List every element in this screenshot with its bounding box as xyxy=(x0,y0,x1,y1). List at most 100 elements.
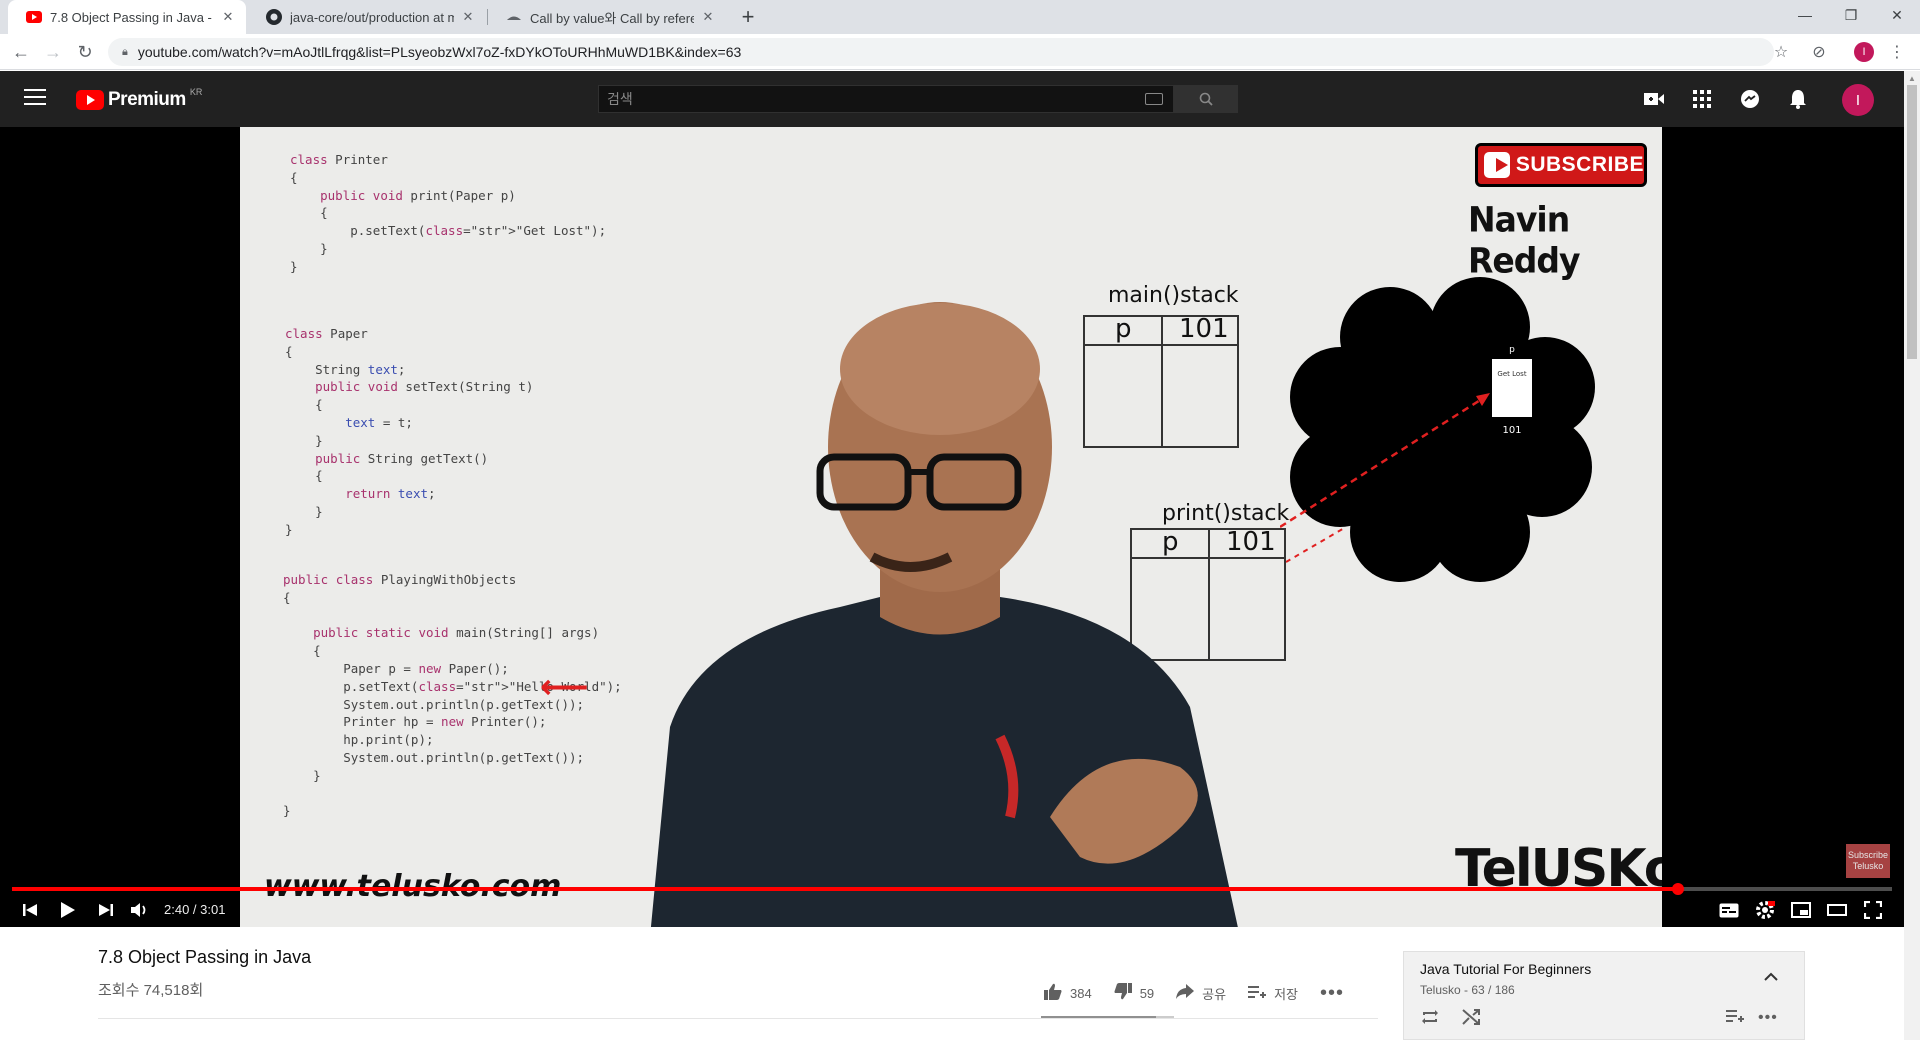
tab-title: 7.8 Object Passing in Java - You xyxy=(50,9,214,25)
notifications-bell-icon[interactable] xyxy=(1786,87,1810,111)
close-window-icon[interactable]: ✕ xyxy=(1874,0,1920,30)
reload-icon[interactable]: ↻ xyxy=(72,39,98,65)
address-url: youtube.com/watch?v=mAoJtlLfrqg&list=PLs… xyxy=(137,44,742,60)
heap-object-address: 101 xyxy=(1502,425,1521,436)
thumbs-down-icon xyxy=(1114,982,1132,1005)
heap-object-text: Get Lost xyxy=(1497,370,1526,378)
search-button[interactable] xyxy=(1174,85,1238,113)
search-input[interactable]: 검색 xyxy=(598,85,1174,113)
presenter-figure xyxy=(650,302,1238,927)
share-label: 공유 xyxy=(1202,987,1227,1002)
more-dots-icon[interactable]: ••• xyxy=(1758,1009,1778,1027)
youtube-masthead: Premium KR 검색 I xyxy=(0,71,1904,127)
subscribe-graphic: SUBSCRIBE xyxy=(1475,143,1647,187)
new-tab-button[interactable]: + xyxy=(735,4,761,30)
progress-bar[interactable] xyxy=(12,883,1892,895)
like-button[interactable]: 384 xyxy=(1044,983,1092,1005)
subscribe-watermark[interactable]: Subscribe Telusko xyxy=(1846,844,1890,878)
chevron-up-icon[interactable] xyxy=(1764,968,1778,984)
page-scrollbar[interactable]: ▲ xyxy=(1904,71,1920,1040)
restore-icon[interactable]: ❐ xyxy=(1828,0,1874,30)
playlist-add-icon[interactable] xyxy=(1726,1009,1744,1028)
search-icon xyxy=(1199,92,1213,106)
heap-object-label: p xyxy=(1509,345,1515,355)
tab-strip: 7.8 Object Passing in Java - You ✕ java-… xyxy=(0,0,1920,34)
browser-menu-icon[interactable]: ⋮ xyxy=(1884,39,1910,65)
scrollbar-thumb[interactable] xyxy=(1907,85,1917,359)
forward-arrow-icon[interactable]: → xyxy=(40,39,66,65)
tab-youtube[interactable]: 7.8 Object Passing in Java - You ✕ xyxy=(8,0,246,34)
close-tab-icon[interactable]: ✕ xyxy=(460,9,476,25)
settings-gear-icon[interactable] xyxy=(1752,897,1778,923)
youtube-favicon-icon xyxy=(26,9,42,25)
account-avatar[interactable]: I xyxy=(1842,84,1874,116)
save-button[interactable]: 저장 xyxy=(1248,983,1298,1004)
address-bar[interactable]: 🔒︎ youtube.com/watch?v=mAoJtlLfrqg&list=… xyxy=(108,38,1774,66)
profile-avatar: I xyxy=(1854,42,1874,62)
minimize-icon[interactable]: — xyxy=(1782,0,1828,30)
hamburger-menu-icon[interactable] xyxy=(24,89,46,107)
subtitles-icon[interactable] xyxy=(1716,897,1742,923)
previous-icon[interactable] xyxy=(18,897,42,923)
fullscreen-icon[interactable] xyxy=(1860,897,1886,923)
search-placeholder: 검색 xyxy=(607,91,633,107)
lock-icon: 🔒︎ xyxy=(122,45,128,58)
play-button-icon xyxy=(1484,152,1510,178)
video-player[interactable]: class Printer { public void print(Paper … xyxy=(0,127,1904,927)
playlist-add-icon xyxy=(1248,983,1267,1004)
profile-button[interactable]: I xyxy=(1851,39,1877,65)
play-icon[interactable] xyxy=(55,897,81,923)
presenter-name: Navin Reddy xyxy=(1468,199,1581,281)
keyboard-icon[interactable] xyxy=(1145,93,1163,105)
messages-icon[interactable] xyxy=(1738,87,1762,111)
share-arrow-icon xyxy=(1176,983,1195,1004)
video-actions: 384 59 공유 저장 ••• xyxy=(1044,982,1374,1005)
extension-icon[interactable]: ⊘ xyxy=(1806,39,1832,65)
time-display: 2:40 / 3:01 xyxy=(164,902,226,917)
save-label: 저장 xyxy=(1274,987,1299,1002)
youtube-logo[interactable]: Premium KR xyxy=(76,87,203,111)
dislike-button[interactable]: 59 xyxy=(1114,982,1155,1005)
tab-title: Call by value와 Call by referenc xyxy=(530,10,694,26)
code-paper-class: class Paper { String text; public void s… xyxy=(285,326,534,537)
progress-played xyxy=(12,887,1678,891)
video-frame[interactable]: class Printer { public void print(Paper … xyxy=(240,127,1662,927)
bookmark-star-icon[interactable]: ☆ xyxy=(1768,39,1794,65)
tab-github[interactable]: java-core/out/production at ma ✕ xyxy=(248,0,486,34)
loop-icon[interactable] xyxy=(1420,1009,1440,1030)
video-title: 7.8 Object Passing in Java xyxy=(98,947,312,967)
share-button[interactable]: 공유 xyxy=(1176,983,1226,1004)
dislike-count: 59 xyxy=(1139,986,1155,1001)
shuffle-icon[interactable] xyxy=(1462,1009,1480,1030)
playlist-title[interactable]: Java Tutorial For Beginners xyxy=(1420,961,1591,977)
details-divider xyxy=(98,1018,1378,1019)
youtube-play-logo-icon xyxy=(76,90,104,110)
miniplayer-icon[interactable] xyxy=(1788,897,1814,923)
tab-blog[interactable]: Call by value와 Call by referenc ✕ xyxy=(488,0,726,34)
playlist-panel[interactable]: Java Tutorial For Beginners Telusko - 63… xyxy=(1403,951,1805,1040)
region-label: KR xyxy=(189,87,203,97)
playlist-subtitle: Telusko - 63 / 186 xyxy=(1420,983,1515,997)
scroll-up-icon[interactable]: ▲ xyxy=(1908,74,1916,83)
close-tab-icon[interactable]: ✕ xyxy=(220,9,236,25)
volume-icon[interactable] xyxy=(128,897,152,923)
close-tab-icon[interactable]: ✕ xyxy=(700,9,716,25)
scrubber-handle[interactable] xyxy=(1671,883,1684,895)
more-dots-icon: ••• xyxy=(1320,982,1345,1004)
more-actions-button[interactable]: ••• xyxy=(1320,982,1352,1005)
blog-favicon-icon xyxy=(506,9,522,25)
next-icon[interactable] xyxy=(94,897,118,923)
back-arrow-icon[interactable]: ← xyxy=(8,39,34,65)
logo-text: Premium xyxy=(108,89,186,110)
reference-line xyxy=(1286,526,1346,563)
theater-mode-icon[interactable] xyxy=(1824,897,1850,923)
tab-title: java-core/out/production at ma xyxy=(290,9,454,25)
apps-grid-icon[interactable] xyxy=(1690,87,1714,111)
code-printer-class: class Printer { public void print(Paper … xyxy=(290,152,607,274)
create-video-icon[interactable] xyxy=(1642,87,1666,111)
subscribe-label: SUBSCRIBE xyxy=(1515,153,1644,176)
github-favicon-icon xyxy=(266,9,282,25)
browser-toolbar: ← → ↻ 🔒︎ youtube.com/watch?v=mAoJtlLfrqg… xyxy=(0,34,1920,70)
thumbs-up-icon xyxy=(1044,983,1062,1005)
like-count: 384 xyxy=(1070,986,1092,1001)
